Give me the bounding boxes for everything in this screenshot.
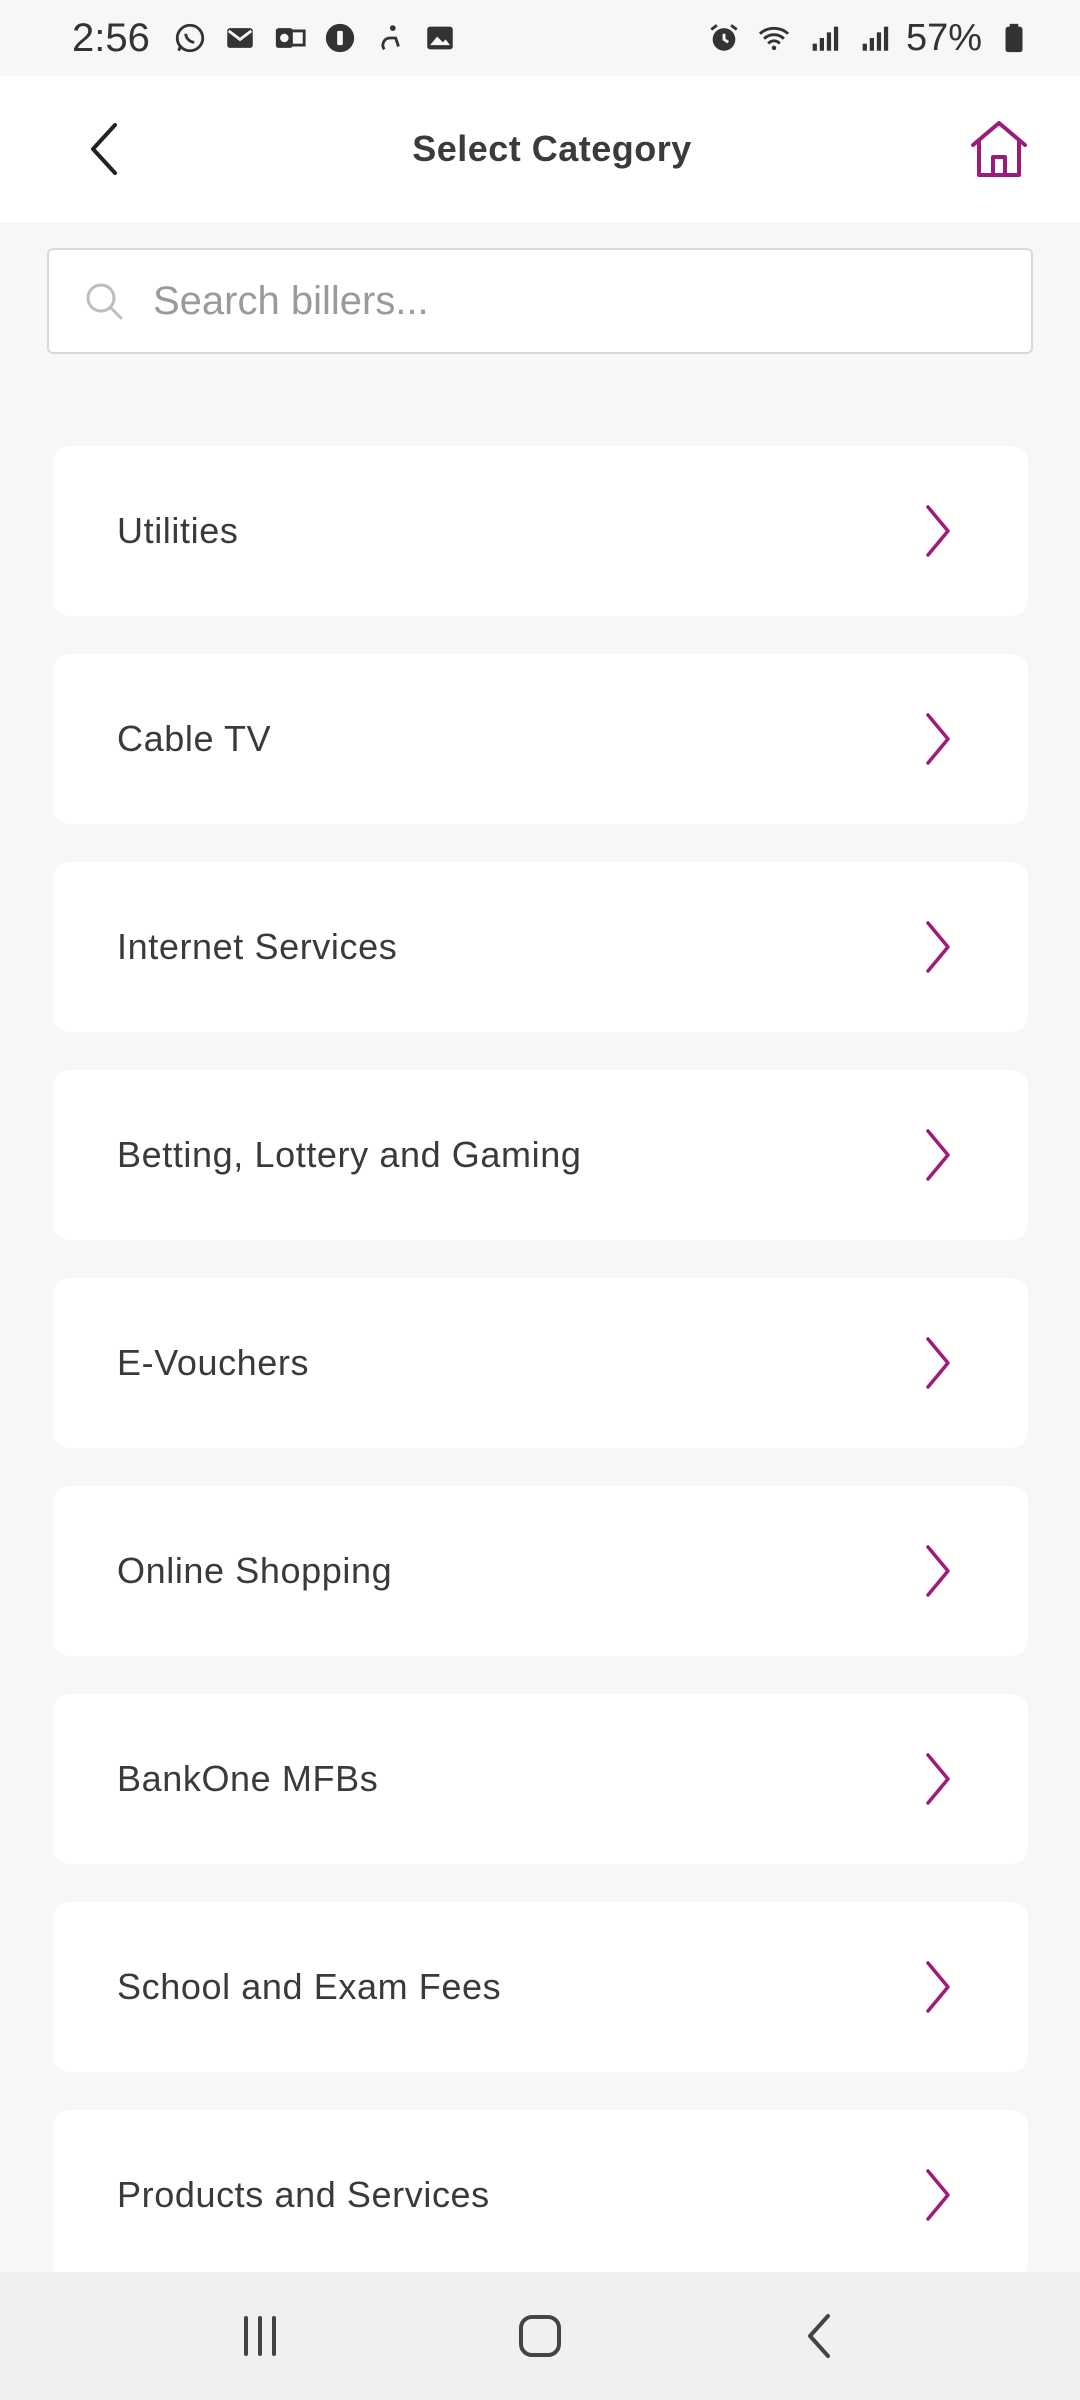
home-icon bbox=[970, 121, 1027, 177]
status-time: 2:56 bbox=[72, 15, 150, 60]
category-list: Utilities Cable TV Internet Services Bet… bbox=[53, 446, 1028, 2280]
whatsapp-icon bbox=[172, 20, 208, 56]
page-title: Select Category bbox=[412, 128, 692, 169]
category-item-utilities[interactable]: Utilities bbox=[53, 446, 1028, 616]
chevron-left-icon bbox=[91, 123, 117, 175]
chevron-right-icon bbox=[918, 2165, 958, 2225]
search-icon bbox=[86, 283, 123, 320]
gallery-icon bbox=[422, 20, 458, 56]
chevron-right-icon bbox=[918, 501, 958, 561]
category-item-cable-tv[interactable]: Cable TV bbox=[53, 654, 1028, 824]
home-button[interactable] bbox=[954, 104, 1044, 194]
category-label: Utilities bbox=[117, 510, 239, 551]
alarm-icon bbox=[706, 20, 742, 56]
category-item-e-vouchers[interactable]: E-Vouchers bbox=[53, 1278, 1028, 1448]
app-header: Select Category bbox=[0, 76, 1080, 222]
category-label: E-Vouchers bbox=[117, 1342, 310, 1383]
home-nav-button[interactable] bbox=[490, 2286, 590, 2386]
recent-apps-button[interactable] bbox=[210, 2286, 310, 2386]
search-input[interactable] bbox=[153, 278, 973, 324]
category-item-betting-lottery-gaming[interactable]: Betting, Lottery and Gaming bbox=[53, 1070, 1028, 1240]
chevron-right-icon bbox=[918, 709, 958, 769]
category-item-internet-services[interactable]: Internet Services bbox=[53, 862, 1028, 1032]
back-nav-button[interactable] bbox=[770, 2286, 870, 2386]
battery-percent: 57% bbox=[905, 16, 982, 59]
outlook-icon bbox=[272, 20, 308, 56]
category-item-bankone-mfbs[interactable]: BankOne MFBs bbox=[53, 1694, 1028, 1864]
category-item-products-services[interactable]: Products and Services bbox=[53, 2110, 1028, 2280]
category-label: Betting, Lottery and Gaming bbox=[117, 1134, 582, 1175]
category-label: BankOne MFBs bbox=[117, 1758, 379, 1799]
signal-icon bbox=[856, 20, 892, 56]
screen: 2:56 57% Select Category Search billers.… bbox=[0, 0, 1080, 2400]
category-label: Online Shopping bbox=[117, 1550, 393, 1591]
category-label: Cable TV bbox=[117, 718, 272, 759]
chevron-right-icon bbox=[918, 1333, 958, 1393]
category-item-school-exam-fees[interactable]: School and Exam Fees bbox=[53, 1902, 1028, 2072]
recent-apps-icon bbox=[244, 2316, 276, 2356]
search-box bbox=[47, 248, 1033, 354]
status-left: 2:56 bbox=[72, 16, 458, 61]
category-label: Products and Services bbox=[117, 2174, 490, 2215]
status-bar: 2:56 57% bbox=[0, 0, 1080, 76]
status-right: 57% bbox=[706, 17, 1032, 60]
back-icon bbox=[808, 2314, 830, 2358]
chevron-right-icon bbox=[918, 1125, 958, 1185]
category-label: Internet Services bbox=[117, 926, 398, 967]
back-button[interactable] bbox=[60, 104, 150, 194]
wifi-icon bbox=[756, 20, 792, 56]
chevron-right-icon bbox=[918, 1957, 958, 2017]
chevron-right-icon bbox=[918, 1749, 958, 1809]
category-item-online-shopping[interactable]: Online Shopping bbox=[53, 1486, 1028, 1656]
home-circle-icon bbox=[519, 2315, 561, 2357]
system-nav-bar bbox=[0, 2272, 1080, 2400]
chevron-right-icon bbox=[918, 917, 958, 977]
category-label: School and Exam Fees bbox=[117, 1966, 502, 2007]
accessibility-icon bbox=[372, 20, 408, 56]
chevron-right-icon bbox=[918, 1541, 958, 1601]
battery-icon bbox=[996, 20, 1032, 56]
mail-icon bbox=[222, 20, 258, 56]
signal-icon bbox=[806, 20, 842, 56]
security-icon bbox=[322, 20, 358, 56]
